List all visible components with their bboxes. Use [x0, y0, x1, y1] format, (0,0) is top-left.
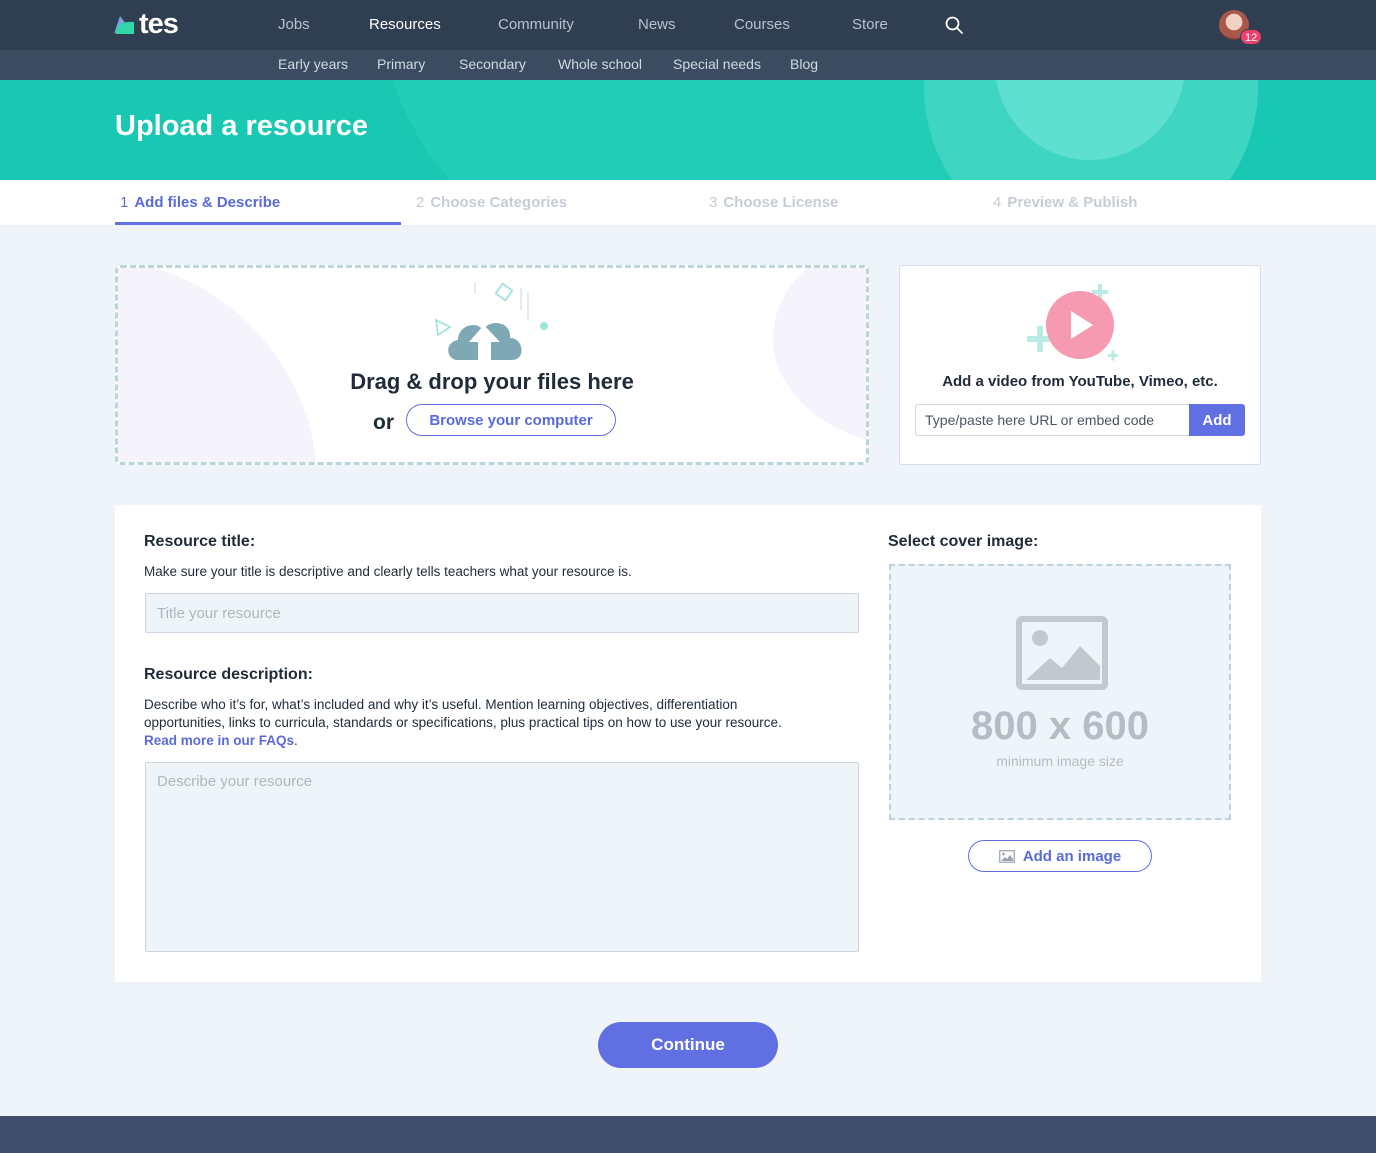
notification-badge: 12: [1240, 29, 1263, 45]
subnav-item-primary[interactable]: Primary: [377, 56, 425, 72]
nav-item-resources[interactable]: Resources: [369, 16, 441, 34]
video-url-input[interactable]: [915, 404, 1190, 436]
step-add-files[interactable]: 1 Add files & Describe: [120, 194, 280, 212]
step-choose-categories[interactable]: 2 Choose Categories: [416, 194, 567, 212]
subnav-item-whole-school[interactable]: Whole school: [558, 56, 642, 72]
resource-title-input[interactable]: [145, 593, 859, 633]
step-number: 1: [120, 194, 129, 211]
nav-item-community[interactable]: Community: [498, 16, 574, 34]
resource-description-help: Describe who it’s for, what’s included a…: [144, 696, 864, 750]
upload-steps: 1 Add files & Describe 2 Choose Categories…: [0, 180, 1376, 225]
page-footer: [0, 1116, 1376, 1153]
add-image-label: Add an image: [1022, 847, 1122, 865]
subnav-item-blog[interactable]: Blog: [790, 56, 818, 72]
nav-item-courses[interactable]: Courses: [734, 16, 790, 34]
top-navigation: tes Jobs Resources Community News Course…: [0, 0, 1376, 50]
subnav-item-secondary[interactable]: Secondary: [459, 56, 526, 72]
search-icon[interactable]: [944, 15, 964, 35]
image-icon: [998, 849, 1015, 863]
sub-navigation: Early years Primary Secondary Whole scho…: [0, 50, 1376, 80]
browse-computer-button[interactable]: Browse your computer: [406, 404, 616, 436]
step-label: Add files & Describe: [134, 194, 281, 211]
nav-item-news[interactable]: News: [638, 16, 676, 34]
step-number: 3: [709, 194, 718, 211]
drop-zone-decoration: [773, 268, 866, 448]
add-video-button[interactable]: Add: [1189, 404, 1245, 436]
description-help-line: opportunities, links to curricula, stand…: [144, 715, 782, 730]
nav-item-jobs[interactable]: Jobs: [278, 16, 310, 34]
page-header: Upload a resource: [0, 80, 1376, 180]
add-image-button[interactable]: Add an image: [968, 840, 1152, 872]
continue-button[interactable]: Continue: [598, 1022, 778, 1068]
drop-zone-or: or: [373, 411, 394, 434]
step-label: Preview & Publish: [1007, 194, 1138, 211]
step-preview-publish[interactable]: 4 Preview & Publish: [993, 194, 1137, 212]
step-label: Choose Categories: [430, 194, 568, 211]
step-number: 2: [416, 194, 425, 211]
cover-min-size: 800 x 600: [971, 704, 1149, 748]
description-help-line: Read more in our FAQs.: [144, 732, 864, 750]
resource-details-form: Resource title: Make sure your title is …: [115, 505, 1261, 982]
video-embed-label: Add a video from YouTube, Vimeo, etc.: [942, 373, 1218, 390]
cover-min-size-caption: minimum image size: [996, 753, 1124, 769]
tes-logo-icon: [114, 16, 134, 34]
faq-link[interactable]: Read more in our FAQs: [144, 733, 294, 748]
help-period: .: [294, 733, 298, 748]
tes-logo[interactable]: tes: [112, 8, 179, 40]
page-title: Upload a resource: [115, 110, 369, 142]
resource-title-help: Make sure your title is descriptive and …: [144, 564, 632, 579]
nav-item-store[interactable]: Store: [852, 16, 888, 34]
video-embed-panel: Add a video from YouTube, Vimeo, etc. Ad…: [899, 265, 1261, 465]
drop-zone-decoration: [118, 268, 318, 462]
file-drop-zone[interactable]: Drag & drop your files here or Browse yo…: [115, 265, 869, 465]
active-step-indicator: [115, 222, 401, 225]
step-choose-license[interactable]: 3 Choose License: [709, 194, 838, 212]
drop-zone-title: Drag & drop your files here: [350, 369, 634, 394]
resource-title-label: Resource title:: [144, 533, 256, 550]
resource-description-label: Resource description:: [144, 666, 313, 683]
video-play-icon: [1027, 284, 1118, 361]
image-placeholder-icon: [1016, 616, 1108, 690]
brand-name: tes: [139, 8, 179, 40]
subnav-item-early-years[interactable]: Early years: [278, 56, 348, 72]
cloud-upload-icon: [434, 282, 548, 360]
step-number: 4: [993, 194, 1002, 211]
resource-description-input[interactable]: [145, 762, 859, 952]
description-help-line: Describe who it’s for, what’s included a…: [144, 697, 738, 712]
subnav-item-special-needs[interactable]: Special needs: [673, 56, 761, 72]
step-label: Choose License: [723, 194, 839, 211]
cover-image-label: Select cover image:: [888, 533, 1039, 550]
cover-image-drop-area[interactable]: 800 x 600 minimum image size: [889, 564, 1231, 820]
